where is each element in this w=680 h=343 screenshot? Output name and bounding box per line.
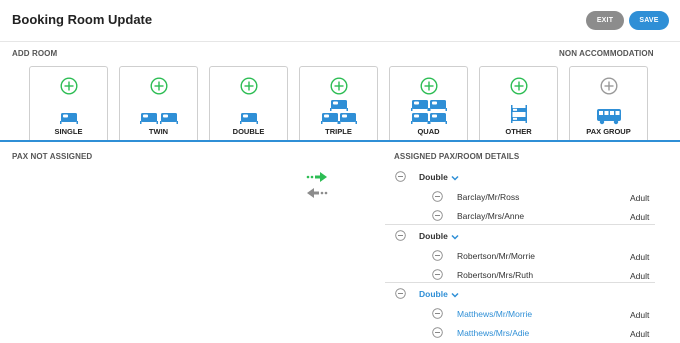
pax-name[interactable]: Barclay/Mrs/Anne: [457, 211, 524, 221]
chevron-down-icon[interactable]: [451, 234, 459, 240]
tile-label: OTHER: [505, 127, 532, 136]
room-type-name[interactable]: Double: [419, 289, 448, 299]
pax-name[interactable]: Matthews/Mr/Morrie: [457, 309, 532, 319]
pax-type: Adult: [630, 271, 650, 281]
pax-type: Adult: [630, 193, 650, 203]
add-circle-icon[interactable]: [60, 77, 78, 95]
assigned-pax-label: ASSIGNED PAX/ROOM DETAILS: [394, 152, 520, 161]
bunk-bed-icon: [480, 97, 557, 125]
pax-name[interactable]: Barclay/Mr/Ross: [457, 192, 519, 202]
collapse-group-icon[interactable]: [395, 230, 406, 241]
pax-not-assigned-label: PAX NOT ASSIGNED: [12, 152, 93, 161]
add-room-tile-twin[interactable]: TWIN: [119, 66, 198, 140]
tile-label: PAX GROUP: [586, 127, 631, 136]
add-circle-icon[interactable]: [600, 77, 618, 95]
add-room-tile-double[interactable]: DOUBLE: [209, 66, 288, 140]
pax-name[interactable]: Robertson/Mrs/Ruth: [457, 270, 533, 280]
add-room-tile-single[interactable]: SINGLE: [29, 66, 108, 140]
chevron-down-icon[interactable]: [451, 175, 459, 181]
room-type-name[interactable]: Double: [419, 172, 448, 182]
pax-type: Adult: [630, 252, 650, 262]
add-room-tile-pax-group[interactable]: PAX GROUP: [569, 66, 648, 140]
chevron-down-icon[interactable]: [451, 292, 459, 298]
unassign-left-arrow-icon[interactable]: [307, 188, 328, 198]
twin-beds-icon: [120, 97, 197, 125]
add-room-tile-quad[interactable]: QUAD: [389, 66, 468, 140]
add-circle-icon[interactable]: [150, 77, 168, 95]
add-room-tile-other[interactable]: OTHER: [479, 66, 558, 140]
tiles-divider: [0, 140, 680, 142]
tile-label: TWIN: [148, 127, 169, 136]
add-circle-icon[interactable]: [510, 77, 528, 95]
add-circle-icon[interactable]: [330, 77, 348, 95]
pax-type: Adult: [630, 329, 650, 339]
remove-pax-icon[interactable]: [432, 210, 443, 221]
tile-label: DOUBLE: [232, 127, 265, 136]
double-bed-icon: [210, 97, 287, 125]
triple-beds-icon: [300, 97, 377, 125]
single-bed-icon: [30, 97, 107, 125]
page-header: Booking Room Update EXIT SAVE: [0, 0, 680, 42]
bus-icon: [570, 97, 647, 125]
assign-right-arrow-icon[interactable]: [306, 172, 327, 182]
tile-label: QUAD: [417, 127, 440, 136]
room-type-name[interactable]: Double: [419, 231, 448, 241]
pax-name[interactable]: Matthews/Mrs/Adie: [457, 328, 529, 338]
remove-pax-icon[interactable]: [432, 327, 443, 338]
pax-name[interactable]: Robertson/Mr/Morrie: [457, 251, 535, 261]
remove-pax-icon[interactable]: [432, 269, 443, 280]
pax-type: Adult: [630, 212, 650, 222]
page-title: Booking Room Update: [12, 12, 153, 27]
quad-beds-icon: [390, 97, 467, 125]
add-room-label: ADD ROOM: [12, 49, 58, 58]
pax-type: Adult: [630, 310, 650, 320]
add-room-tile-triple[interactable]: TRIPLE: [299, 66, 378, 140]
collapse-group-icon[interactable]: [395, 288, 406, 299]
group-separator: [385, 282, 655, 283]
collapse-group-icon[interactable]: [395, 171, 406, 182]
add-circle-icon[interactable]: [420, 77, 438, 95]
save-button[interactable]: SAVE: [629, 11, 669, 30]
remove-pax-icon[interactable]: [432, 191, 443, 202]
non-accommodation-label: NON ACCOMMODATION: [559, 49, 654, 58]
remove-pax-icon[interactable]: [432, 308, 443, 319]
add-circle-icon[interactable]: [240, 77, 258, 95]
transfer-arrows: [306, 172, 328, 198]
exit-button[interactable]: EXIT: [586, 11, 624, 30]
tile-label: TRIPLE: [325, 127, 352, 136]
group-separator: [385, 224, 655, 225]
tile-label: SINGLE: [54, 127, 83, 136]
remove-pax-icon[interactable]: [432, 250, 443, 261]
